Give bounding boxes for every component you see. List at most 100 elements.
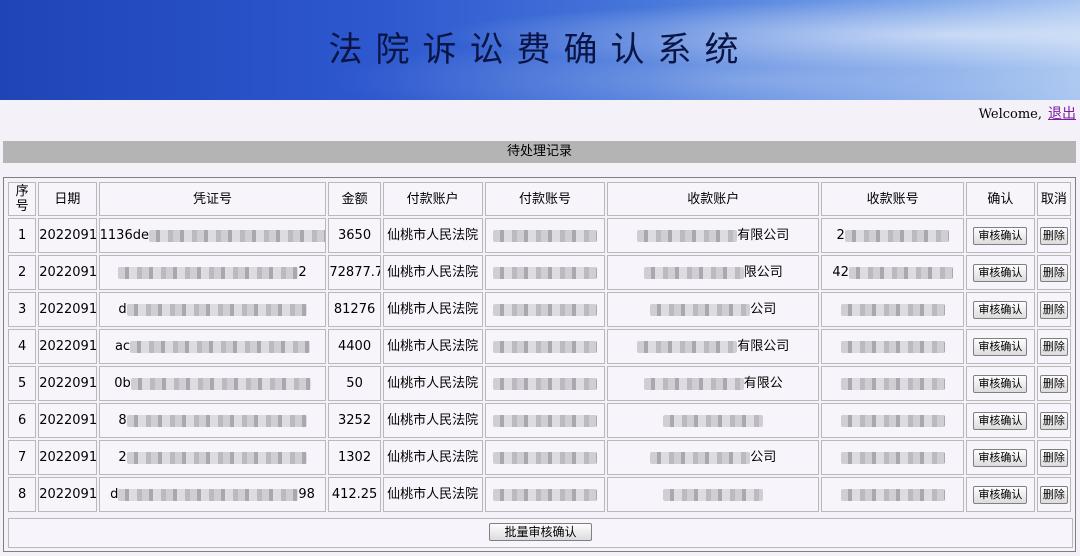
voucher-prefix: d [110, 487, 119, 502]
cell-date: 20220913 [38, 403, 97, 438]
cell-voucher: d 98 [98, 477, 327, 512]
confirm-button[interactable]: 审核确认 [973, 337, 1028, 356]
cell-confirm: 审核确认 [966, 329, 1035, 364]
redacted-voucher [148, 229, 326, 242]
cell-no: 1 [8, 218, 37, 253]
cell-no: 4 [8, 329, 37, 364]
cell-amount: 412.25 [328, 477, 381, 512]
cell-payee [607, 403, 820, 438]
confirm-button[interactable]: 审核确认 [973, 263, 1028, 282]
cell-no: 7 [8, 440, 37, 475]
redacted-voucher [130, 377, 311, 390]
redacted-payee-acct [840, 451, 945, 464]
delete-button[interactable]: 删除 [1039, 448, 1068, 467]
cell-amount: 81276 [328, 292, 381, 327]
redacted-payee [663, 414, 764, 427]
voucher-prefix: 0b [114, 376, 131, 391]
delete-button[interactable]: 删除 [1039, 374, 1068, 393]
redacted-payee-acct [840, 488, 945, 501]
cell-payee: 有限公司 [607, 218, 820, 253]
redacted-payer-acct [492, 340, 597, 353]
logout-link[interactable]: 退出 [1048, 106, 1076, 122]
col-header-cancel: 取消 [1036, 182, 1071, 216]
redacted-payee [637, 229, 738, 242]
batch-confirm-button[interactable]: 批量审核确认 [489, 523, 592, 541]
col-header-voucher: 凭证号 [98, 182, 327, 216]
cell-payee-acct [821, 477, 965, 512]
cell-delete: 删除 [1036, 329, 1071, 364]
table-row: 320220913 d 81276仙桃市人民法院 公司 审核确认删除 [8, 292, 1071, 327]
table-row: 220220913272877.75仙桃市人民法院限公司42审核确认删除 [8, 255, 1071, 290]
redacted-payer-acct [492, 488, 597, 501]
table-row: 820220913 d 98 412.25仙桃市人民法院 审核确认删除 [8, 477, 1071, 512]
cell-voucher: 0b [98, 366, 327, 401]
redacted-payee [650, 303, 751, 316]
cell-no: 6 [8, 403, 37, 438]
table-row: 1202209131136dea13650仙桃市人民法院 有限公司 2 审核确认删除 [8, 218, 1071, 253]
delete-button[interactable]: 删除 [1039, 263, 1068, 282]
delete-button[interactable]: 删除 [1039, 411, 1068, 430]
cell-payer: 仙桃市人民法院 [382, 329, 483, 364]
cell-payee: 公司 [607, 292, 820, 327]
payee-suffix: 限公司 [743, 265, 783, 280]
cell-delete: 删除 [1036, 218, 1071, 253]
cell-voucher: 1136dea1 [98, 218, 327, 253]
confirm-button[interactable]: 审核确认 [973, 411, 1028, 430]
payee-suffix: 公司 [750, 450, 777, 465]
confirm-button[interactable]: 审核确认 [973, 374, 1028, 393]
cell-confirm: 审核确认 [966, 292, 1035, 327]
cell-payer-acct [484, 366, 606, 401]
table-row: 720220913 2 1302仙桃市人民法院 公司 审核确认删除 [8, 440, 1071, 475]
cell-delete: 删除 [1036, 292, 1071, 327]
col-header-payee-acct: 收款账号 [821, 182, 965, 216]
cell-payee-acct [821, 292, 965, 327]
cell-payee-acct [821, 366, 965, 401]
payee-suffix: 有限公 [743, 376, 783, 391]
cell-payer-acct [484, 218, 606, 253]
confirm-button[interactable]: 审核确认 [973, 300, 1028, 319]
voucher-prefix: 2 [118, 450, 127, 465]
col-header-no: 序号 [8, 182, 37, 216]
cell-payer-acct [484, 403, 606, 438]
payee-acct-prefix: 2 [836, 228, 845, 243]
voucher-prefix: d [118, 302, 127, 317]
cell-payee: 有限公司 [607, 329, 820, 364]
col-header-payer-acct: 付款账号 [484, 182, 606, 216]
cell-payer-acct [484, 440, 606, 475]
payee-suffix: 有限公司 [737, 228, 790, 243]
cell-delete: 删除 [1036, 366, 1071, 401]
cell-voucher: ac [98, 329, 327, 364]
cell-no: 3 [8, 292, 37, 327]
cell-payer-acct [484, 477, 606, 512]
col-header-payee: 收款账户 [607, 182, 820, 216]
cell-delete: 删除 [1036, 255, 1071, 290]
cell-confirm: 审核确认 [966, 440, 1035, 475]
cell-voucher: 2 [98, 255, 327, 290]
cell-delete: 删除 [1036, 477, 1071, 512]
redacted-payee [650, 451, 751, 464]
redacted-payer-acct [492, 377, 597, 390]
voucher-suffix: 98 [298, 487, 315, 502]
cell-payer: 仙桃市人民法院 [382, 440, 483, 475]
cell-voucher: 8 [98, 403, 327, 438]
cell-date: 20220913 [38, 218, 97, 253]
cell-payee-acct: 2 [821, 218, 965, 253]
redacted-payee [643, 266, 744, 279]
cell-confirm: 审核确认 [966, 477, 1035, 512]
confirm-button[interactable]: 审核确认 [973, 485, 1028, 504]
table-row: 620220913 8 3252仙桃市人民法院 审核确认删除 [8, 403, 1071, 438]
cell-payer: 仙桃市人民法院 [382, 477, 483, 512]
header-banner: 法院诉讼费确认系统 [0, 0, 1080, 100]
cell-payee: 公司 [607, 440, 820, 475]
cell-confirm: 审核确认 [966, 255, 1035, 290]
delete-button[interactable]: 删除 [1039, 300, 1068, 319]
welcome-area: Welcome, 退出 [979, 103, 1076, 123]
confirm-button[interactable]: 审核确认 [973, 226, 1028, 245]
confirm-button[interactable]: 审核确认 [973, 448, 1028, 467]
delete-button[interactable]: 删除 [1039, 226, 1068, 245]
cell-payer: 仙桃市人民法院 [382, 403, 483, 438]
delete-button[interactable]: 删除 [1039, 485, 1068, 504]
cell-date: 20220913 [38, 440, 97, 475]
delete-button[interactable]: 删除 [1039, 337, 1068, 356]
payee-suffix: 有限公司 [737, 339, 790, 354]
